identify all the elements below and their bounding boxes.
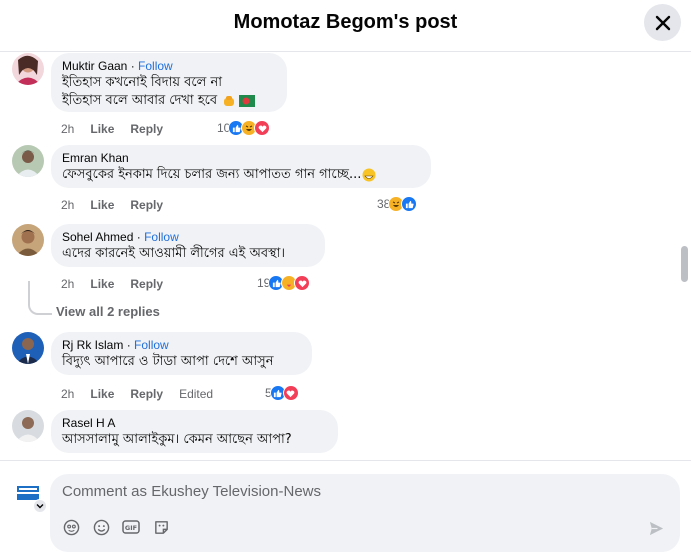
- sticker-icon: [154, 520, 168, 534]
- comment-author[interactable]: Muktir Gaan: [62, 59, 127, 73]
- close-button[interactable]: [644, 4, 681, 41]
- comment-composer: GIF: [0, 460, 691, 557]
- comment-timestamp[interactable]: 2h: [61, 387, 74, 401]
- avatar[interactable]: [12, 145, 44, 177]
- avatar[interactable]: [12, 53, 44, 85]
- view-replies-link[interactable]: View all 2 replies: [56, 304, 160, 319]
- comment-text-line: এদের কারনেই আওয়ামী লীগের এই অবস্থা।: [62, 246, 286, 261]
- reaction-summary[interactable]: 19: [257, 275, 311, 291]
- comment-bubble: Rasel H A আসসালামু আলাইকুম। কেমন আছেন আপ…: [51, 410, 338, 453]
- composer-tools: GIF: [62, 518, 170, 536]
- avatar-sticker-icon: [63, 519, 79, 535]
- avatar[interactable]: [12, 410, 44, 442]
- chevron-down-icon: [36, 504, 44, 509]
- edited-label: Edited: [179, 387, 214, 401]
- avatar[interactable]: [12, 332, 44, 364]
- comment-actions: 2h Like Reply: [61, 198, 163, 212]
- comment-bubble: Emran Khan ফেসবুকের ইনকাম দিয়ে চলার জন্…: [51, 145, 431, 188]
- comment-timestamp[interactable]: 2h: [61, 198, 74, 212]
- like-icon: [401, 196, 418, 212]
- comment-text-line: ইতিহাস কখনোই বিদায় বলে না: [62, 75, 222, 90]
- like-button[interactable]: Like: [90, 277, 114, 291]
- reply-button[interactable]: Reply: [130, 122, 163, 136]
- reply-button[interactable]: Reply: [130, 277, 163, 291]
- love-icon: [282, 385, 299, 401]
- follow-link[interactable]: Follow: [144, 230, 179, 244]
- follow-link[interactable]: Follow: [134, 338, 169, 352]
- comment-actions: 2h Like Reply: [61, 277, 163, 291]
- bangladesh-flag-icon: [239, 95, 256, 107]
- comment-actions: 2h Like Reply Edited: [61, 387, 213, 401]
- gif-icon: GIF: [122, 520, 140, 534]
- close-icon: [655, 15, 670, 30]
- comment-bubble: Rj Rk Islam · Follow বিদ্যুৎ আপারে ও টাড…: [51, 332, 312, 375]
- emoji-button[interactable]: [92, 518, 110, 536]
- fist-emoji-icon: [224, 96, 235, 106]
- comment-text-line: বিদ্যুৎ আপারে ও টাডা আপা দেশে আসুন: [62, 354, 274, 369]
- emoji-icon: [93, 519, 109, 535]
- like-button[interactable]: Like: [90, 387, 114, 401]
- scrollbar-thumb[interactable]: [681, 246, 688, 282]
- comments-list: Muktir Gaan · Follow ইতিহাস কখনোই বিদায়…: [0, 53, 691, 459]
- love-icon: [294, 275, 311, 291]
- avatar[interactable]: [12, 224, 44, 256]
- comment-author[interactable]: Emran Khan: [62, 151, 129, 165]
- gif-button[interactable]: GIF: [122, 518, 140, 536]
- comment-timestamp[interactable]: 2h: [61, 277, 74, 291]
- grinning-sweat-emoji-icon: [362, 168, 376, 182]
- reply-thread-line: [28, 281, 52, 315]
- send-icon: [649, 521, 663, 535]
- love-icon: [254, 120, 271, 136]
- account-switcher-button[interactable]: [33, 499, 47, 513]
- reaction-summary[interactable]: 10: [217, 120, 271, 136]
- avatar-sticker-button[interactable]: [62, 518, 80, 536]
- comment-timestamp[interactable]: 2h: [61, 122, 74, 136]
- post-dialog-header: Momotaz Begom's post: [0, 0, 691, 52]
- reply-button[interactable]: Reply: [130, 387, 163, 401]
- comment-author[interactable]: Sohel Ahmed: [62, 230, 133, 244]
- comment-bubble: Muktir Gaan · Follow ইতিহাস কখনোই বিদায়…: [51, 53, 287, 112]
- comment-actions: 2h Like Reply: [61, 122, 163, 136]
- send-button[interactable]: [646, 518, 666, 538]
- reply-button[interactable]: Reply: [130, 198, 163, 212]
- comment-text-line: আসসালামু আলাইকুম। কেমন আছেন আপা?: [62, 432, 292, 447]
- comment-text-line: ইতিহাস বলে আবার দেখা হবে: [62, 93, 218, 108]
- like-button[interactable]: Like: [90, 198, 114, 212]
- comment-text-line: ফেসবুকের ইনকাম দিয়ে চলার জন্য আপাতত গান…: [62, 167, 362, 182]
- comment-box: GIF: [50, 474, 680, 552]
- comment-bubble: Sohel Ahmed · Follow এদের কারনেই আওয়ামী…: [51, 224, 325, 267]
- comment-author[interactable]: Rj Rk Islam: [62, 338, 123, 352]
- like-button[interactable]: Like: [90, 122, 114, 136]
- comment-author[interactable]: Rasel H A: [62, 416, 115, 430]
- follow-link[interactable]: Follow: [138, 59, 173, 73]
- sticker-button[interactable]: [152, 518, 170, 536]
- dialog-title: Momotaz Begom's post: [233, 11, 458, 33]
- svg-text:GIF: GIF: [125, 524, 137, 532]
- reaction-summary[interactable]: 38: [377, 196, 418, 212]
- reaction-summary[interactable]: 5: [265, 385, 299, 401]
- comment-input[interactable]: [62, 483, 622, 500]
